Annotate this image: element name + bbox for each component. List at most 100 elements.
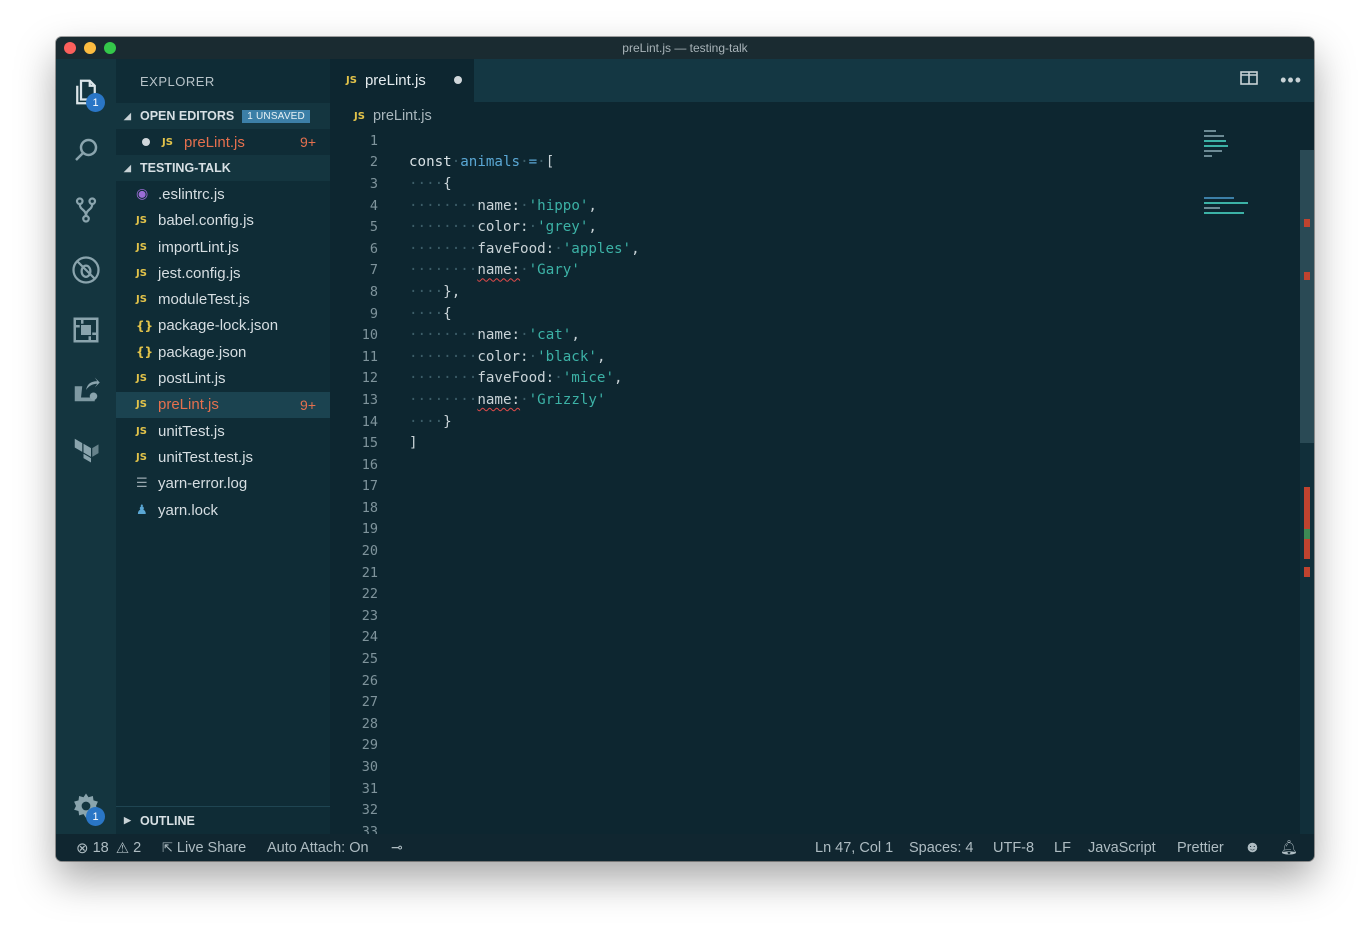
code-editor[interactable]: 1 2 const·animals·=·[ 3 ····{ 4 ········… bbox=[330, 130, 1300, 834]
auto-attach-status[interactable]: Auto Attach: On bbox=[267, 834, 369, 861]
line-number: 18 bbox=[361, 499, 378, 516]
code-line: 19 bbox=[330, 519, 1300, 541]
code-text: ····{ bbox=[409, 305, 452, 322]
code-line: 27 bbox=[330, 691, 1300, 713]
maximize-window-button[interactable] bbox=[104, 42, 116, 54]
error-marker bbox=[1304, 272, 1310, 280]
file-item[interactable]: JS postLint.js bbox=[116, 365, 330, 391]
file-item-selected[interactable]: JS preLint.js 9+ bbox=[116, 391, 330, 418]
line-number: 17 bbox=[361, 478, 378, 495]
vscode-window: preLint.js — testing-talk 1 1 EXPLORER ◢… bbox=[56, 37, 1314, 861]
change-marker bbox=[1304, 529, 1310, 539]
tab-bar: JS preLint.js ••• bbox=[330, 59, 1314, 102]
code-line: 25 bbox=[330, 648, 1300, 670]
extensions-activity-button[interactable] bbox=[56, 305, 116, 355]
open-editors-header[interactable]: ◢ OPEN EDITORS 1 UNSAVED bbox=[116, 103, 330, 129]
code-text: ····} bbox=[409, 413, 452, 430]
line-number: 25 bbox=[361, 651, 378, 668]
keyword: const bbox=[409, 154, 452, 171]
brace: { bbox=[443, 175, 452, 192]
search-activity-button[interactable] bbox=[56, 125, 116, 175]
file-item[interactable]: JS moduleTest.js bbox=[116, 286, 330, 312]
code-text: ········color:·'black', bbox=[409, 348, 606, 365]
line-number: 27 bbox=[361, 694, 378, 711]
unsaved-dot-icon[interactable] bbox=[142, 138, 150, 147]
code-line: 3 ····{ bbox=[330, 173, 1300, 195]
encoding-status[interactable]: UTF-8 bbox=[993, 834, 1034, 861]
settings-activity-button[interactable]: 1 bbox=[56, 781, 116, 831]
terraform-activity-button[interactable] bbox=[56, 425, 116, 475]
property-key-error: name: bbox=[477, 391, 521, 408]
line-number: 12 bbox=[361, 370, 378, 387]
breadcrumb[interactable]: JS preLint.js bbox=[330, 102, 1314, 130]
eol-status[interactable]: LF bbox=[1054, 834, 1071, 861]
file-item[interactable]: ◉ .eslintrc.js bbox=[116, 181, 330, 207]
breadcrumb-file: preLint.js bbox=[372, 108, 432, 124]
file-item[interactable]: {} package.json bbox=[116, 339, 330, 365]
file-item[interactable]: JS jest.config.js bbox=[116, 260, 330, 286]
tab-prelint[interactable]: JS preLint.js bbox=[330, 59, 474, 102]
line-number: 9 bbox=[369, 305, 378, 322]
chevron-down-icon: ◢ bbox=[124, 162, 131, 173]
file-name: package-lock.json bbox=[158, 317, 279, 335]
code-line: 33 bbox=[330, 821, 1300, 834]
line-number: 30 bbox=[361, 759, 378, 776]
line-number: 11 bbox=[361, 348, 378, 365]
unsaved-dot-icon[interactable] bbox=[454, 76, 462, 84]
file-tree: ◉ .eslintrc.js JS babel.config.js JS imp… bbox=[116, 181, 330, 523]
live-share-status[interactable]: ⇱ Live Share bbox=[162, 834, 246, 861]
file-item[interactable]: ☰ yarn-error.log bbox=[116, 471, 330, 497]
minimap[interactable] bbox=[1204, 130, 1264, 250]
cursor-position-status[interactable]: Ln 47, Col 1 bbox=[815, 834, 893, 861]
code-line: 15 ] bbox=[330, 432, 1300, 454]
close-window-button[interactable] bbox=[64, 42, 76, 54]
sync-status[interactable]: ⊸ bbox=[391, 834, 403, 861]
unsaved-badge: 1 UNSAVED bbox=[242, 109, 310, 123]
warning-icon: ⚠ bbox=[115, 839, 130, 857]
file-item[interactable]: ♟ yarn.lock bbox=[116, 497, 330, 523]
line-number: 8 bbox=[369, 283, 378, 300]
string-value: 'Grizzly' bbox=[528, 391, 606, 408]
yarn-icon: ♟ bbox=[136, 502, 148, 518]
file-name: moduleTest.js bbox=[158, 291, 250, 309]
code-line: 10 ········name:·'cat', bbox=[330, 324, 1300, 346]
editor-group: JS preLint.js ••• JS preLint.js 1 2 cons… bbox=[330, 59, 1314, 834]
folder-header[interactable]: ◢ TESTING-TALK bbox=[116, 155, 330, 182]
outline-header[interactable]: ▶ OUTLINE bbox=[116, 806, 330, 834]
source-control-icon bbox=[75, 197, 97, 223]
more-actions-icon[interactable]: ••• bbox=[1280, 70, 1302, 91]
minimize-window-button[interactable] bbox=[84, 42, 96, 54]
split-editor-icon[interactable] bbox=[1240, 70, 1258, 91]
line-number: 16 bbox=[361, 456, 378, 473]
debug-activity-button[interactable] bbox=[56, 245, 116, 295]
indentation: Spaces: 4 bbox=[909, 839, 974, 856]
line-number: 15 bbox=[361, 435, 378, 452]
open-editor-item[interactable]: JS preLint.js 9+ bbox=[116, 129, 330, 155]
problems-status[interactable]: ⊗ 18 ⚠ 2 bbox=[76, 834, 141, 861]
code-text: ] bbox=[409, 435, 418, 451]
json-file-icon: {} bbox=[136, 318, 154, 333]
warning-count: 2 bbox=[133, 839, 142, 856]
formatter-status[interactable]: Prettier bbox=[1177, 834, 1224, 861]
notifications-button[interactable]: 🔔︎ bbox=[1280, 834, 1298, 861]
live-share-activity-button[interactable] bbox=[56, 365, 116, 415]
file-item[interactable]: JS unitTest.js bbox=[116, 418, 330, 444]
line-number: 21 bbox=[361, 564, 378, 581]
file-item[interactable]: {} package-lock.json bbox=[116, 313, 330, 339]
language-status[interactable]: JavaScript bbox=[1088, 834, 1156, 861]
feedback-button[interactable]: ☻ bbox=[1244, 834, 1261, 861]
line-number: 28 bbox=[361, 715, 378, 732]
source-control-activity-button[interactable] bbox=[56, 185, 116, 235]
error-marker bbox=[1304, 567, 1310, 577]
line-number: 1 bbox=[369, 132, 378, 149]
code-text: ········name:·'Grizzly' bbox=[409, 391, 606, 408]
code-text: ········faveFood:·'mice', bbox=[409, 370, 623, 387]
error-marker bbox=[1304, 487, 1310, 559]
scrollbar-thumb[interactable] bbox=[1300, 150, 1314, 443]
explorer-activity-button[interactable]: 1 bbox=[56, 67, 116, 117]
file-item[interactable]: JS unitTest.test.js bbox=[116, 444, 330, 470]
file-item[interactable]: JS importLint.js bbox=[116, 234, 330, 260]
file-item[interactable]: JS babel.config.js bbox=[116, 208, 330, 234]
indentation-status[interactable]: Spaces: 4 bbox=[909, 834, 974, 861]
code-text: const·animals·=·[ bbox=[409, 154, 555, 171]
